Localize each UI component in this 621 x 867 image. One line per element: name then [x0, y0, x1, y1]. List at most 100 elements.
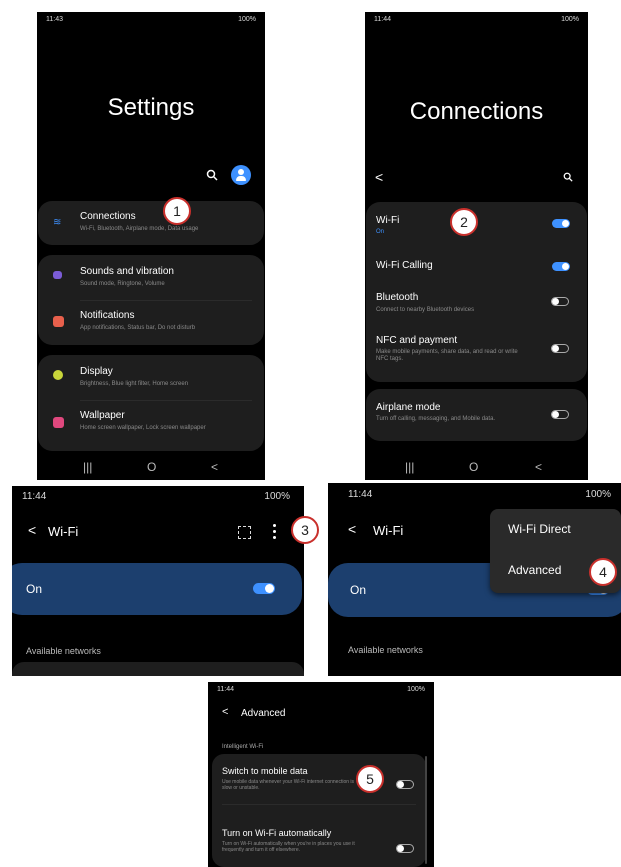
page-title: Advanced [241, 708, 286, 719]
search-icon[interactable] [206, 169, 218, 181]
back-arrow-icon[interactable]: < [222, 706, 228, 718]
connections-screen: 11:44 100% Connections < Wi-Fi On Wi-Fi … [365, 12, 588, 480]
page-title: Wi-Fi [373, 523, 404, 538]
status-time: 11:44 [374, 16, 391, 23]
wifi-calling-toggle[interactable] [552, 262, 570, 271]
status-battery: 100% [264, 491, 290, 502]
speaker-icon [53, 271, 62, 279]
airplane-card: Airplane mode Turn off calling, messagin… [366, 389, 587, 441]
settings-item-label: Wallpaper [80, 410, 125, 421]
settings-item-notifications[interactable]: Notifications App notifications, Status … [38, 301, 264, 345]
status-bar: 11:44 100% [208, 682, 434, 700]
settings-item-sub: App notifications, Status bar, Do not di… [80, 325, 196, 331]
sounds-card: Sounds and vibration Sound mode, Rington… [38, 255, 264, 345]
back-arrow-icon[interactable]: < [28, 522, 36, 538]
connections-card: ≋ Connections Wi-Fi, Bluetooth, Airplane… [38, 201, 264, 245]
divider [222, 804, 416, 805]
wifi-toggle[interactable] [253, 583, 275, 594]
search-icon[interactable] [563, 172, 573, 182]
settings-item-label: Connections [80, 211, 136, 222]
page-title: Settings [107, 94, 195, 121]
home-button[interactable]: O [147, 460, 156, 474]
connections-item-sub: Make mobile payments, share data, and re… [376, 349, 518, 362]
status-battery: 100% [585, 489, 611, 500]
wifi-toggle[interactable] [552, 219, 570, 228]
connections-item-sub: Connect to nearby Bluetooth devices [376, 307, 475, 313]
advanced-item-sub: Turn on Wi-Fi automatically when you're … [222, 841, 355, 853]
section-header: Available networks [26, 646, 101, 656]
auto-wifi-toggle[interactable] [396, 844, 414, 853]
wifi-state-label: On [26, 582, 43, 596]
step-callout-5: 5 [356, 765, 384, 793]
connections-item-sub: Turn off calling, messaging, and Mobile … [376, 416, 496, 422]
page-title: Connections [409, 98, 544, 125]
settings-item-label: Sounds and vibration [80, 266, 174, 277]
status-bar: 11:44 100% [12, 486, 304, 508]
connections-item-label: Wi-Fi [376, 215, 400, 226]
profile-avatar-icon[interactable] [231, 165, 251, 185]
recents-button[interactable]: ||| [405, 460, 414, 474]
bluetooth-toggle[interactable] [551, 297, 569, 306]
network-list-edge [12, 662, 304, 676]
advanced-item-sub: Use mobile data whenever your Wi-Fi inte… [222, 779, 355, 791]
step-callout-4: 4 [589, 558, 617, 586]
section-header: Intelligent Wi-Fi [222, 744, 264, 750]
settings-item-sub: Sound mode, Ringtone, Volume [80, 281, 165, 287]
connections-item-label: Wi-Fi Calling [376, 260, 433, 271]
more-options-icon[interactable] [273, 524, 276, 540]
connections-item-wifi-calling[interactable]: Wi-Fi Calling [366, 254, 587, 282]
connections-item-sub: On [376, 229, 385, 235]
home-button[interactable]: O [469, 460, 478, 474]
back-arrow-icon[interactable]: < [375, 169, 383, 185]
switch-mobile-data-toggle[interactable] [396, 780, 414, 789]
section-header: Available networks [348, 645, 423, 655]
wifi-master-switch[interactable]: On [12, 563, 302, 615]
sun-icon [53, 370, 63, 380]
nfc-toggle[interactable] [551, 344, 569, 353]
menu-item-advanced[interactable]: Advanced [508, 563, 561, 577]
back-arrow-icon[interactable]: < [348, 521, 356, 537]
advanced-item-label: Switch to mobile data [222, 766, 308, 776]
wallpaper-icon [53, 417, 64, 428]
connections-item-label: Airplane mode [376, 402, 441, 413]
qr-scan-icon[interactable] [238, 526, 251, 539]
settings-item-sounds[interactable]: Sounds and vibration Sound mode, Rington… [38, 255, 264, 299]
advanced-item-auto-wifi[interactable]: Turn on Wi-Fi automatically Turn on Wi-F… [212, 806, 426, 866]
wifi-screen: 11:44 100% < Wi-Fi On Available networks [12, 486, 304, 676]
connections-item-nfc[interactable]: NFC and payment Make mobile payments, sh… [366, 335, 587, 380]
scrollbar[interactable] [425, 756, 427, 864]
settings-item-label: Notifications [80, 310, 135, 321]
airplane-toggle[interactable] [551, 410, 569, 419]
back-button[interactable]: < [535, 460, 542, 474]
step-callout-2: 2 [450, 208, 478, 236]
display-card: Display Brightness, Blue light filter, H… [38, 355, 264, 451]
status-time: 11:43 [46, 16, 63, 23]
advanced-item-switch-mobile-data[interactable]: Switch to mobile data Use mobile data wh… [212, 754, 426, 800]
step-callout-3: 3 [291, 516, 319, 544]
settings-item-label: Display [80, 366, 113, 377]
connections-item-airplane[interactable]: Airplane mode Turn off calling, messagin… [366, 389, 587, 441]
settings-item-connections[interactable]: ≋ Connections Wi-Fi, Bluetooth, Airplane… [38, 201, 264, 245]
settings-item-sub: Brightness, Blue light filter, Home scre… [80, 381, 189, 387]
settings-item-display[interactable]: Display Brightness, Blue light filter, H… [38, 355, 264, 399]
connections-item-bluetooth[interactable]: Bluetooth Connect to nearby Bluetooth de… [366, 292, 587, 332]
page-title: Wi-Fi [48, 524, 79, 539]
settings-item-sub: Home screen wallpaper, Lock screen wallp… [80, 425, 206, 431]
wifi-icon: ≋ [53, 217, 62, 228]
advanced-item-label: Turn on Wi-Fi automatically [222, 828, 332, 838]
status-bar: 11:43 100% [37, 12, 265, 30]
navigation-bar: ||| O < [365, 456, 588, 480]
settings-item-wallpaper[interactable]: Wallpaper Home screen wallpaper, Lock sc… [38, 401, 264, 451]
status-battery: 100% [407, 686, 425, 693]
back-button[interactable]: < [211, 460, 218, 474]
connections-item-label: Bluetooth [376, 292, 419, 303]
settings-item-sub: Wi-Fi, Bluetooth, Airplane mode, Data us… [80, 226, 199, 232]
status-time: 11:44 [217, 686, 234, 693]
advanced-card: Switch to mobile data Use mobile data wh… [212, 754, 426, 867]
wifi-state-label: On [350, 583, 367, 597]
menu-item-wifi-direct[interactable]: Wi-Fi Direct [508, 522, 571, 536]
step-callout-1: 1 [163, 197, 191, 225]
status-bar: 11:44 100% [365, 12, 588, 30]
recents-button[interactable]: ||| [83, 460, 92, 474]
connections-card: Wi-Fi On Wi-Fi Calling Bluetooth Connect… [366, 202, 587, 382]
